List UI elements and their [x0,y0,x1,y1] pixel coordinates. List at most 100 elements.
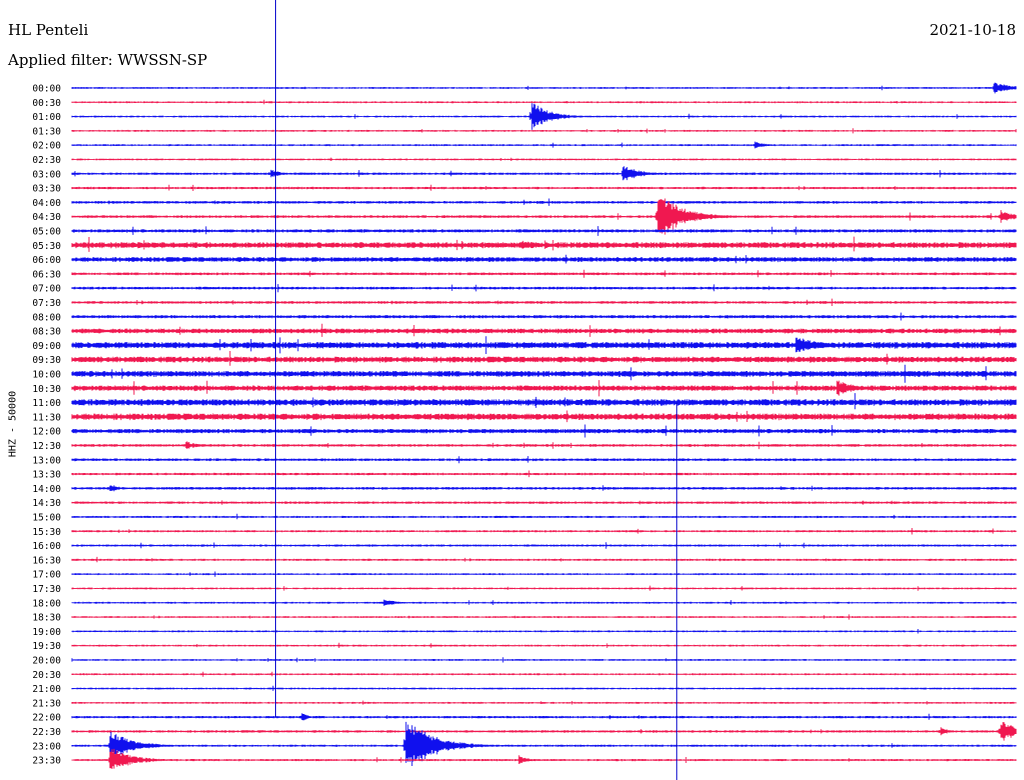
time-label: 19:00 [32,627,61,638]
time-label: 13:30 [32,470,61,481]
trace-03:00 [71,166,1017,181]
trace-18:30 [71,614,1017,620]
trace-01:30 [71,128,1017,134]
trace-15:30 [71,528,1017,535]
trace-08:30 [71,323,1017,337]
trace-09:30 [71,351,1017,366]
trace-09:00 [71,336,1017,354]
trace-21:30 [71,700,1017,705]
time-label: 11:30 [32,412,61,423]
time-label: 01:00 [32,112,61,123]
trace-01:00 [71,103,1017,130]
time-label: 20:30 [32,670,61,681]
time-label: 09:00 [32,341,61,352]
time-label: 17:00 [32,570,61,581]
trace-14:00 [71,485,1017,492]
trace-19:00 [71,629,1017,634]
time-label: 05:30 [32,241,61,252]
trace-16:00 [71,542,1017,549]
time-label: 10:00 [32,370,61,381]
time-label: 11:00 [32,398,61,409]
time-label: 16:00 [32,541,61,552]
trace-00:30 [71,99,1017,105]
time-label: 23:00 [32,741,61,752]
trace-08:00 [71,312,1017,321]
trace-17:30 [71,585,1017,591]
trace-00:00 [71,82,1017,94]
time-label: 16:30 [32,555,61,566]
trace-lines [71,82,1017,769]
time-label: 23:30 [32,756,61,767]
time-label: 00:30 [32,98,61,109]
time-label: 07:30 [32,298,61,309]
trace-07:30 [71,298,1017,306]
time-label: 20:00 [32,656,61,667]
trace-05:30 [71,236,1017,252]
time-label: 07:00 [32,284,61,295]
time-label: 15:30 [32,527,61,538]
time-label: 03:30 [32,184,61,195]
trace-22:00 [71,713,1017,721]
date-label: 2021-10-18 [929,21,1016,39]
time-label: 09:30 [32,355,61,366]
station-title: HL Penteli [8,21,89,39]
time-label: 19:30 [32,641,61,652]
trace-10:00 [71,364,1017,383]
trace-15:00 [71,513,1017,520]
trace-13:00 [71,456,1017,464]
time-label: 08:00 [32,312,61,323]
trace-12:00 [71,424,1017,438]
trace-21:00 [71,685,1017,691]
time-label: 08:30 [32,327,61,338]
time-label: 02:00 [32,141,61,152]
trace-13:30 [71,470,1017,478]
trace-17:00 [71,571,1017,577]
trace-11:30 [71,410,1017,423]
time-label: 04:30 [32,212,61,223]
trace-04:00 [71,198,1017,206]
trace-02:30 [71,157,1017,161]
time-label: 12:30 [32,441,61,452]
filter-label: Applied filter: WWSSN-SP [8,51,208,69]
time-label: 18:00 [32,598,61,609]
trace-20:30 [71,671,1017,677]
helicorder-plot: 00:00 00:30 01:00 01:30 02:00 02:30 03:00 03:30… [32,0,1017,780]
time-label: 21:30 [32,698,61,709]
trace-05:00 [71,226,1017,236]
trace-04:30 [71,198,1017,235]
trace-22:30 [71,722,1017,741]
trace-14:30 [71,500,1017,505]
time-label: 03:00 [32,169,61,180]
trace-16:30 [71,556,1017,563]
trace-18:00 [71,599,1017,606]
channel-axis-label: HHZ - 50000 [7,390,19,458]
time-label: 17:30 [32,584,61,595]
trace-06:00 [71,254,1017,264]
time-label: 06:30 [32,269,61,280]
time-label: 06:00 [32,255,61,266]
trace-03:30 [71,184,1017,191]
time-label: 10:30 [32,384,61,395]
time-label: 01:30 [32,126,61,137]
time-label: 04:00 [32,198,61,209]
time-label: 15:00 [32,513,61,524]
trace-07:00 [71,284,1017,293]
time-label: 05:00 [32,227,61,238]
trace-06:30 [71,269,1017,278]
time-label: 12:00 [32,427,61,438]
trace-11:00 [71,393,1017,410]
time-label: 14:00 [32,484,61,495]
time-label: 22:30 [32,727,61,738]
time-label: 13:00 [32,455,61,466]
trace-02:00 [71,141,1017,149]
trace-12:30 [71,441,1017,450]
time-label: 22:00 [32,713,61,724]
time-label: 14:30 [32,498,61,509]
time-label: 18:30 [32,613,61,624]
trace-19:30 [71,642,1017,648]
time-labels: 00:00 00:30 01:00 01:30 02:00 02:30 03:00 03:30… [32,84,61,767]
trace-23:30 [71,748,1017,769]
time-label: 21:00 [32,684,61,695]
time-label: 00:00 [32,84,61,95]
time-label: 02:30 [32,155,61,166]
